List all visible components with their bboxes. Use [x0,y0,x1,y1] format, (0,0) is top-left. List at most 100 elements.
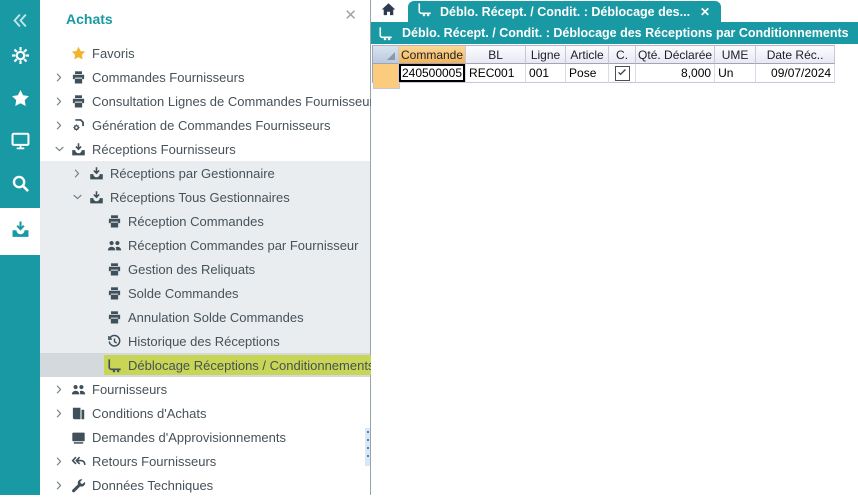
cell-ligne[interactable]: 001 [526,64,566,83]
star-favorite-icon [70,45,87,61]
sidebar-panel: Achats ✕ FavorisCommandes FournisseursCo… [40,0,371,495]
cell-c[interactable] [609,64,636,83]
home-icon [381,2,396,22]
cell-bl[interactable]: REC001 [466,64,526,83]
menu-item-label: Réception Commandes par Fournisseur [128,238,359,253]
chevron-right-icon[interactable] [68,168,86,179]
chevron-right-icon[interactable] [50,96,68,107]
menu-item[interactable]: Solde Commandes [40,281,370,305]
menu-item[interactable]: Gestion des Reliquats [40,257,370,281]
active-cell[interactable]: 240500005 [399,64,465,82]
rail-item-workstation[interactable] [0,131,40,155]
menu-item-label: Gestion des Reliquats [128,262,255,277]
collapse-sidebar-button[interactable] [0,8,40,32]
cart-icon [106,357,123,373]
check-icon [617,66,627,80]
menu-item[interactable]: Génération de Commandes Fournisseurs [40,113,370,137]
cell-article[interactable]: Pose [566,64,609,83]
row-indicator-stub [373,82,400,89]
menu-item[interactable]: Réceptions Fournisseurs [40,137,370,161]
cell-qte[interactable]: 8,000 [636,64,715,83]
menu-item-label: Réceptions par Gestionnaire [110,166,275,181]
rail-item-settings[interactable] [0,46,40,70]
conditionnement-checkbox[interactable] [615,66,630,81]
sidebar-menu: Favoris Commandes FournisseursConsultatio… [40,41,370,497]
chevron-right-icon[interactable] [50,120,68,131]
column-header-article[interactable]: Article [566,45,609,64]
column-header-commande[interactable]: Commande [399,45,466,64]
row-selector-cell[interactable] [372,64,399,83]
menu-item[interactable]: Réceptions Tous Gestionnaires [40,185,370,209]
printer-icon [106,285,123,301]
table-row: 240500005REC001001Pose 8,000Un09/07/2024 [372,64,835,83]
menu-item[interactable]: Déblocage Réceptions / Conditionnements [40,353,370,377]
printer-icon [106,213,123,229]
menu-item-label: Favoris [92,46,135,61]
chevron-right-icon[interactable] [50,384,68,395]
rail-item-receptions[interactable] [0,208,40,255]
close-tab-icon[interactable]: ✕ [700,5,710,19]
chevron-right-icon[interactable] [50,480,68,491]
printer-icon [106,309,123,325]
chevron-down-icon[interactable] [68,192,86,203]
printer-icon [106,261,123,277]
tab-deblocage-receptions[interactable]: Déblo. Récept. / Condit. : Déblocage des… [408,1,721,22]
chevron-right-icon[interactable] [50,456,68,467]
column-header-c[interactable]: C. [609,45,636,64]
menu-item-label: Retours Fournisseurs [92,454,216,469]
menu-item[interactable]: Réception Commandes [40,209,370,233]
menu-item[interactable]: Réception Commandes par Fournisseur [40,233,370,257]
home-tab[interactable] [373,1,404,22]
menu-item-label: Données Techniques [92,478,213,493]
cell-commande[interactable]: 240500005 [399,64,466,83]
menu-item-label: Solde Commandes [128,286,239,301]
sidebar-title: Achats [66,11,113,27]
select-all-corner-cell[interactable] [372,45,399,64]
printer-icon [70,93,87,109]
download-icon [88,165,105,181]
rail-item-favorites[interactable] [0,89,40,113]
menu-item[interactable]: Retours Fournisseurs [40,449,370,473]
sidebar-resize-handle[interactable] [365,428,370,466]
download-icon [70,141,87,157]
view-title-bar: Déblo. Récept. / Condit. : Déblocage des… [371,22,858,44]
menu-item[interactable]: Annulation Solde Commandes [40,305,370,329]
menu-item[interactable]: Demandes d'Approvisionnements [40,425,370,449]
menu-item[interactable]: Historique des Réceptions [40,329,370,353]
close-icon[interactable]: ✕ [344,8,357,23]
card-icon [70,429,87,445]
column-header-date[interactable]: Date Réc.. [756,45,835,64]
column-header-bl[interactable]: BL [466,45,526,64]
menu-item-label: Déblocage Réceptions / Conditionnements [128,358,374,373]
menu-item[interactable]: Réceptions par Gestionnaire [40,161,370,185]
rail-item-search[interactable] [0,174,40,198]
menu-item-label: Fournisseurs [92,382,167,397]
menu-item[interactable]: Données Techniques [40,473,370,497]
menu-item[interactable]: Consultation Lignes de Commandes Fournis… [40,89,370,113]
column-header-qte[interactable]: Qté. Déclarée [636,45,715,64]
menu-item-label: Conditions d'Achats [92,406,207,421]
column-header-ligne[interactable]: Ligne [526,45,566,64]
gear-icon [11,46,30,70]
column-header-ume[interactable]: UME [715,45,756,64]
main-area: Déblo. Récept. / Condit. : Déblocage des… [371,0,858,495]
menu-item[interactable]: Fournisseurs [40,377,370,401]
star-icon [11,89,30,113]
people-icon [70,381,87,397]
menu-item-label: Génération de Commandes Fournisseurs [92,118,330,133]
chevron-right-icon[interactable] [50,72,68,83]
chevron-right-icon[interactable] [50,408,68,419]
menu-item-label: Annulation Solde Commandes [128,310,304,325]
chevron-down-icon[interactable] [50,144,68,155]
menu-item-label: Réceptions Tous Gestionnaires [110,190,290,205]
menu-item[interactable]: Favoris [40,41,370,65]
cell-ume[interactable]: Un [715,64,756,83]
cart-icon [378,26,393,41]
menu-item[interactable]: Conditions d'Achats [40,401,370,425]
cell-date[interactable]: 09/07/2024 [756,64,835,83]
printer-icon [70,69,87,85]
people-icon [106,237,123,253]
gear-doc-icon [70,117,87,133]
menu-item[interactable]: Commandes Fournisseurs [40,65,370,89]
wrench-icon [70,477,87,493]
